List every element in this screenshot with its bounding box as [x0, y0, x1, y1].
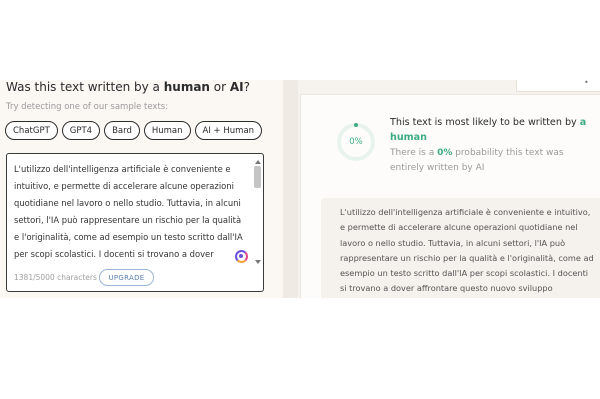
verdict-text: This text is most likely to be written b…: [390, 117, 587, 143]
result-card: 0% This text is most likely to be writte…: [300, 94, 600, 298]
sample-chip-human[interactable]: Human: [143, 121, 191, 140]
top-card: •: [516, 80, 600, 92]
scroll-down-arrow-icon[interactable]: [255, 260, 261, 264]
scroll-up-arrow-icon[interactable]: [255, 160, 261, 164]
probability-text: There is a 0% probability this text was …: [390, 148, 564, 173]
analyzed-text: L'utilizzo dell'intelligenza artificiale…: [340, 207, 594, 294]
app-screen: Was this text written by a human or AI? …: [0, 80, 600, 298]
gauge-percent: 0%: [349, 137, 363, 147]
grammar-assistant-icon[interactable]: [235, 250, 248, 263]
character-count: 1381/5000 characters: [14, 273, 97, 282]
pane-divider: [283, 80, 298, 298]
scroll-thumb[interactable]: [254, 166, 261, 188]
sample-chips: ChatGPT GPT4 Bard Human AI + Human: [5, 121, 263, 140]
sample-chip-ai-human[interactable]: AI + Human: [194, 121, 263, 140]
probability-gauge: 0%: [335, 121, 377, 163]
editor-scrollbar[interactable]: [254, 160, 261, 264]
sample-chip-bard[interactable]: Bard: [104, 121, 140, 140]
sample-chip-gpt4[interactable]: GPT4: [61, 121, 101, 140]
page-title: Was this text written by a human or AI?: [6, 80, 251, 94]
text-input-area[interactable]: L'utilizzo dell'intelligenza artificiale…: [6, 153, 264, 292]
upgrade-button[interactable]: UPGRADE: [99, 269, 154, 286]
analyzed-text-box: L'utilizzo dell'intelligenza artificiale…: [321, 198, 600, 298]
sample-hint: Try detecting one of our sample texts:: [6, 102, 169, 112]
input-text[interactable]: L'utilizzo dell'intelligenza artificiale…: [14, 161, 248, 265]
detector-panel: Was this text written by a human or AI? …: [0, 80, 283, 298]
result-panel: • 0% This text is most likely to be writ…: [298, 80, 600, 298]
sample-chip-chatgpt[interactable]: ChatGPT: [5, 121, 58, 140]
